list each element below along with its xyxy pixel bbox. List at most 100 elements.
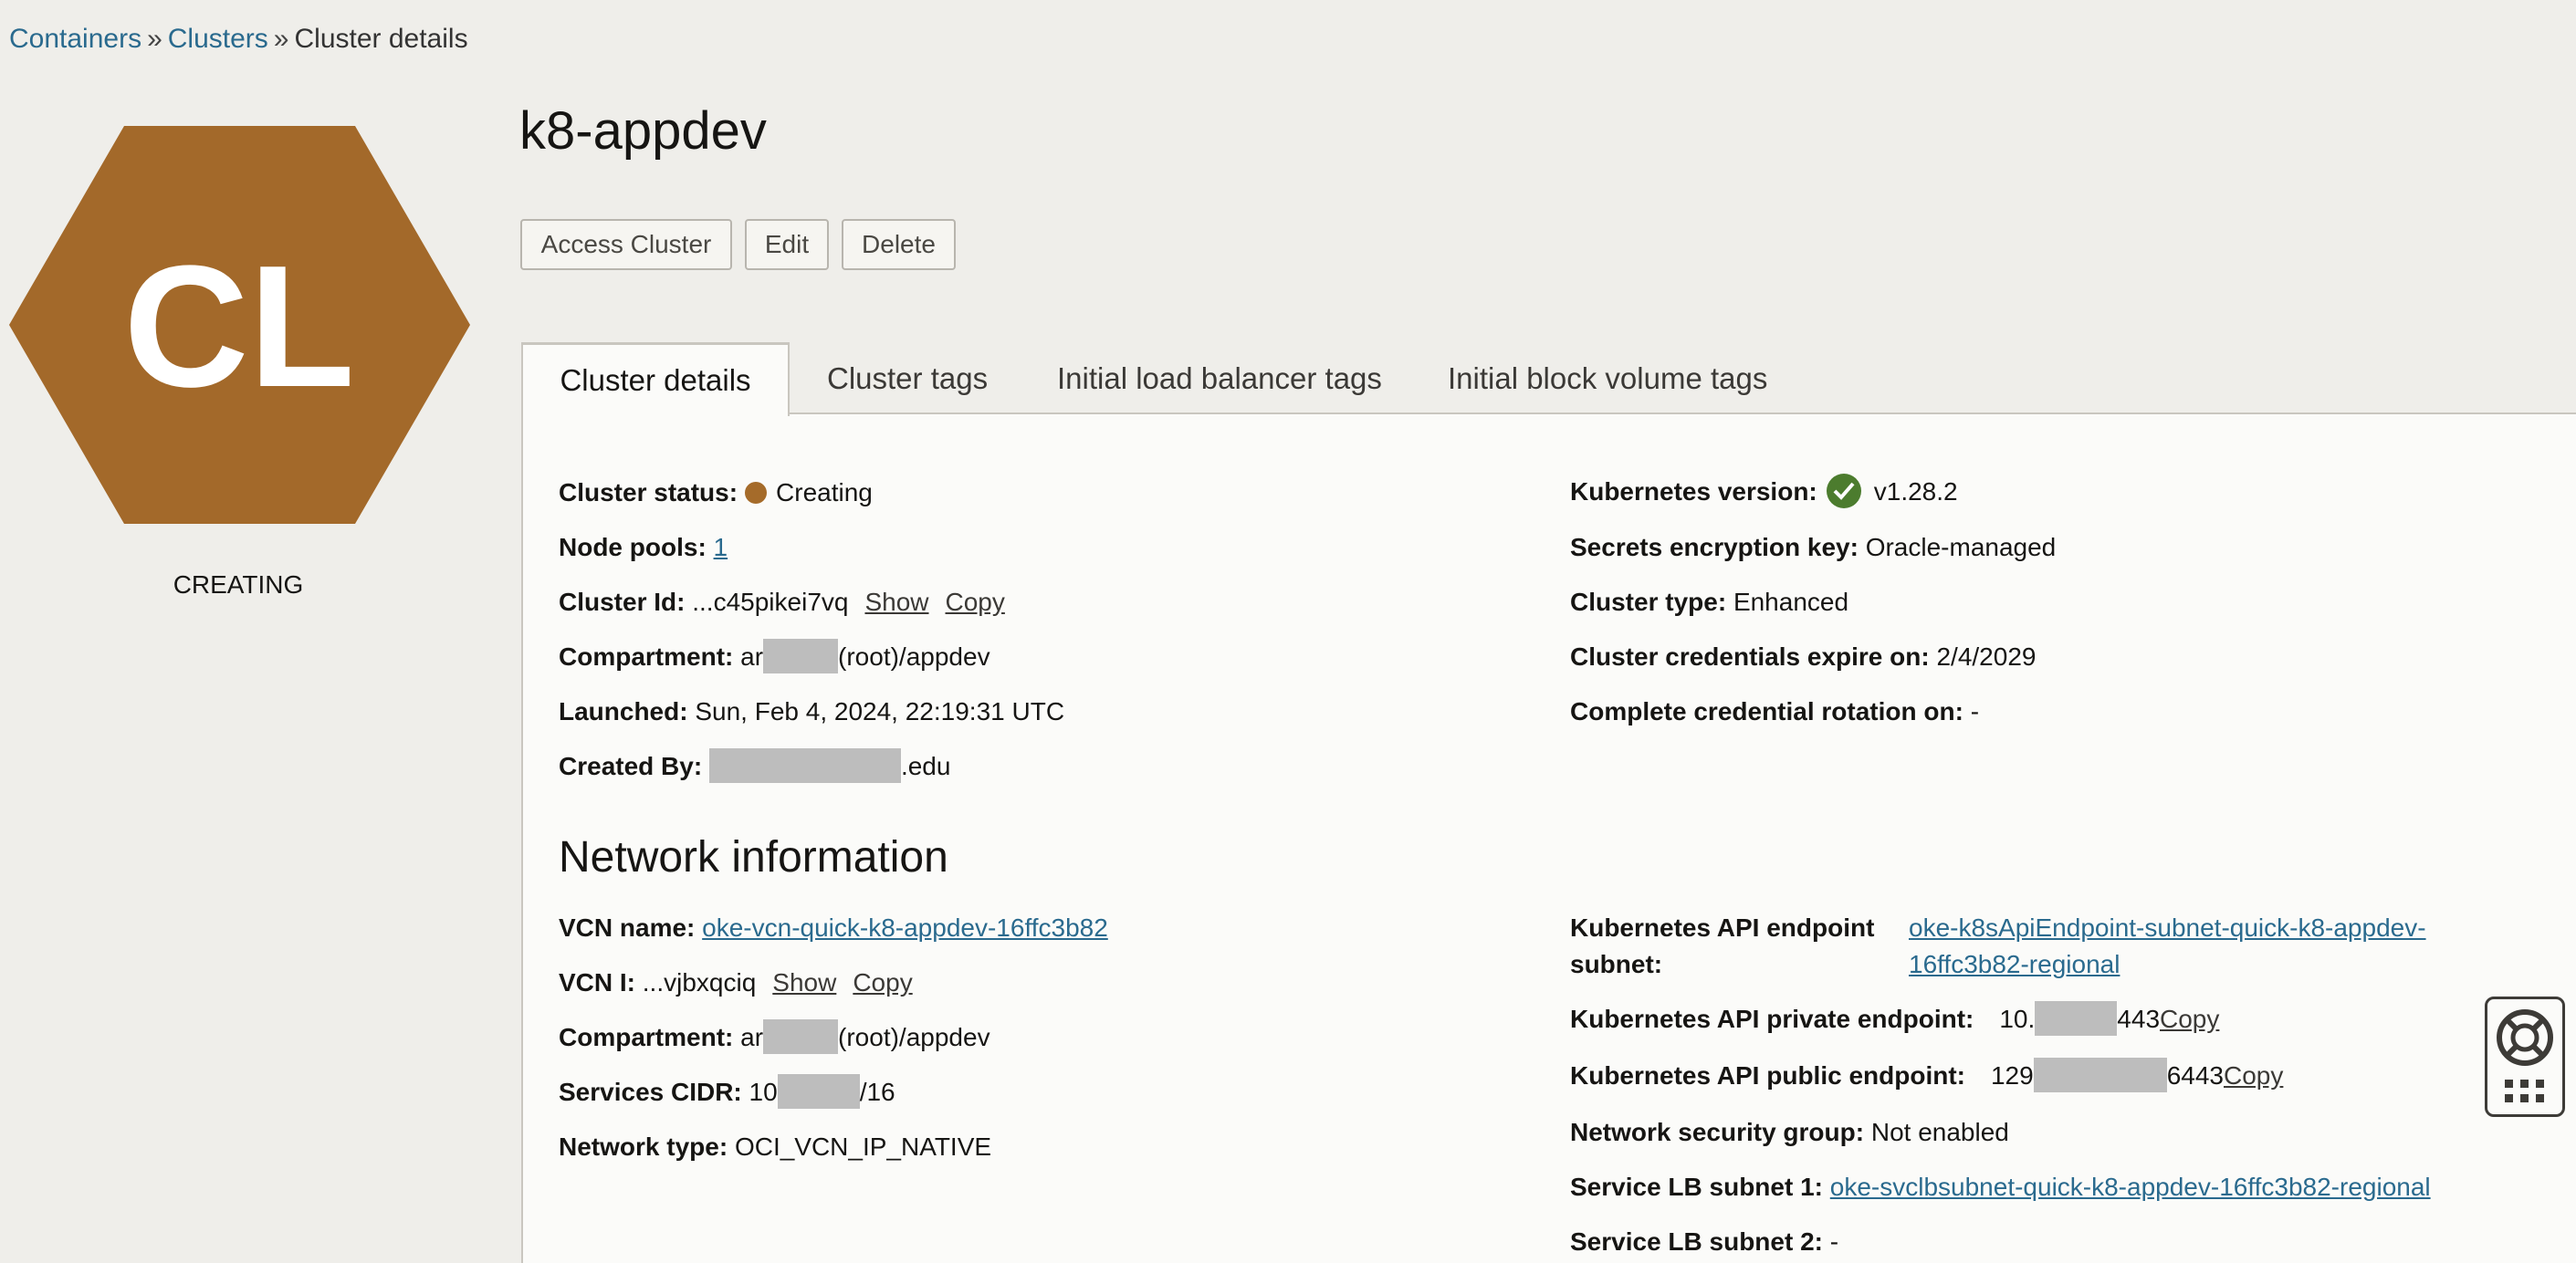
redacted-block: [777, 1073, 860, 1109]
network-compartment-prefix: ar: [740, 1023, 764, 1051]
services-cidr-row: Services CIDR: 10/16: [559, 1073, 895, 1109]
service-lb-subnet-2-row: Service LB subnet 2: -: [1570, 1226, 1838, 1258]
redacted-block: [2035, 1000, 2118, 1036]
api-endpoint-subnet-label: Kubernetes API endpoint: [1570, 913, 1875, 942]
api-endpoint-subnet-link-cont[interactable]: 16ffc3b82-regional: [1909, 950, 2120, 978]
launched-row: Launched: Sun, Feb 4, 2024, 22:19:31 UTC: [559, 696, 1064, 727]
created-by-row: Created By: .edu: [559, 747, 951, 783]
public-endpoint-copy-link[interactable]: Copy: [2224, 1061, 2283, 1090]
node-pools-link[interactable]: 1: [714, 533, 728, 561]
private-endpoint-prefix: 10.: [1999, 1005, 2036, 1033]
network-security-group-label: Network security group:: [1570, 1118, 1865, 1146]
created-by-suffix: .edu: [900, 752, 951, 780]
service-lb-subnet-2-label: Service LB subnet 2:: [1570, 1227, 1823, 1256]
compartment-prefix: ar: [740, 642, 764, 671]
secrets-key-row: Secrets encryption key: Oracle-managed: [1570, 532, 2056, 563]
vcn-id-label: VCN I:: [559, 968, 635, 997]
breadcrumb-containers[interactable]: Containers: [9, 24, 141, 54]
api-endpoint-subnet-link[interactable]: oke-k8sApiEndpoint-subnet-quick-k8-appde…: [1909, 913, 2426, 942]
cluster-type-row: Cluster type: Enhanced: [1570, 587, 1848, 618]
launched-value: Sun, Feb 4, 2024, 22:19:31 UTC: [695, 697, 1065, 725]
edit-button[interactable]: Edit: [745, 219, 829, 270]
secrets-key-value: Oracle-managed: [1865, 533, 2057, 561]
vcn-id-value: ...vjbxqciq: [642, 968, 757, 997]
kubernetes-version-row: Kubernetes version: v1.28.2: [1570, 473, 1958, 508]
tab-cluster-details[interactable]: Cluster details: [521, 342, 790, 416]
node-pools-row: Node pools: 1: [559, 532, 728, 563]
status-dot-icon: [745, 481, 768, 504]
lifebuoy-icon[interactable]: [2497, 1009, 2553, 1066]
tab-cluster-tags[interactable]: Cluster tags: [827, 342, 988, 414]
help-widget-graphics: [2497, 1009, 2553, 1102]
cluster-status-value: Creating: [776, 478, 873, 506]
cluster-id-row: Cluster Id: ...c45pikei7vq Show Copy: [559, 587, 1005, 618]
private-endpoint-suffix: 443: [2117, 1005, 2161, 1033]
vcn-name-label: VCN name:: [559, 913, 696, 942]
network-compartment-label: Compartment:: [559, 1023, 734, 1051]
cluster-id-show-link[interactable]: Show: [864, 588, 928, 616]
redacted-block: [763, 638, 839, 673]
tab-initial-load-balancer-tags[interactable]: Initial load balancer tags: [1057, 342, 1382, 414]
cluster-type-label: Cluster type:: [1570, 588, 1727, 616]
credentials-expire-label: Cluster credentials expire on:: [1570, 642, 1930, 671]
badge-status-caption: CREATING: [173, 570, 304, 599]
redacted-block: [708, 747, 901, 783]
grid-icon[interactable]: [2505, 1080, 2544, 1102]
kubernetes-version-value: v1.28.2: [1873, 477, 1958, 506]
compartment-label: Compartment:: [559, 642, 734, 671]
cluster-id-value: ...c45pikei7vq: [692, 588, 849, 616]
kubernetes-version-label: Kubernetes version:: [1570, 477, 1817, 506]
access-cluster-button[interactable]: Access Cluster: [520, 219, 732, 270]
cluster-id-label: Cluster Id:: [559, 588, 686, 616]
vcn-name-row: VCN name: oke-vcn-quick-k8-appdev-16ffc3…: [559, 913, 1108, 944]
redacted-block: [763, 1018, 839, 1054]
credential-rotation-label: Complete credential rotation on:: [1570, 697, 1963, 725]
cluster-hexagon-badge: CL: [9, 126, 470, 524]
network-compartment-suffix: (root)/appdev: [838, 1023, 990, 1051]
tab-initial-block-volume-tags[interactable]: Initial block volume tags: [1448, 342, 1767, 414]
private-endpoint-row: Kubernetes API private endpoint: 10. 443Co…: [1570, 1000, 2219, 1036]
services-cidr-label: Services CIDR:: [559, 1078, 742, 1106]
network-type-row: Network type: OCI_VCN_IP_NATIVE: [559, 1132, 991, 1163]
vcn-name-link[interactable]: oke-vcn-quick-k8-appdev-16ffc3b82: [702, 913, 1108, 942]
cluster-status-label: Cluster status:: [559, 478, 738, 506]
credential-rotation-row: Complete credential rotation on: -: [1570, 696, 1979, 727]
launched-label: Launched:: [559, 697, 688, 725]
breadcrumb-clusters[interactable]: Clusters: [168, 24, 268, 54]
breadcrumb-separator: »: [147, 24, 162, 54]
private-endpoint-label: Kubernetes API private endpoint:: [1570, 1005, 1974, 1033]
page-title: k8-appdev: [519, 101, 767, 161]
delete-button[interactable]: Delete: [842, 219, 956, 270]
network-compartment-row: Compartment: ar (root)/appdev: [559, 1018, 990, 1054]
compartment-suffix: (root)/appdev: [838, 642, 990, 671]
api-endpoint-subnet-link-line2: 16ffc3b82-regional: [1909, 949, 2120, 980]
service-lb-subnet-1-row: Service LB subnet 1: oke-svclbsubnet-qui…: [1570, 1172, 2431, 1203]
redacted-block: [2033, 1057, 2167, 1092]
credentials-expire-value: 2/4/2029: [1936, 642, 2037, 671]
api-endpoint-subnet-label-line1: Kubernetes API endpoint: [1570, 913, 1874, 944]
services-cidr-suffix: /16: [859, 1078, 895, 1106]
node-pools-label: Node pools:: [559, 533, 707, 561]
network-type-label: Network type:: [559, 1133, 728, 1161]
service-lb-subnet-2-value: -: [1829, 1227, 1839, 1256]
breadcrumb: Containers» Clusters» Cluster details: [9, 24, 468, 55]
network-security-group-value: Not enabled: [1870, 1118, 2009, 1146]
breadcrumb-current: Cluster details: [294, 24, 468, 54]
api-endpoint-subnet-label-cont: subnet:: [1570, 950, 1663, 978]
breadcrumb-separator: »: [273, 24, 289, 54]
network-info-heading: Network information: [559, 833, 948, 882]
cluster-type-value: Enhanced: [1733, 588, 1849, 616]
service-lb-subnet-1-link[interactable]: oke-svclbsubnet-quick-k8-appdev-16ffc3b8…: [1830, 1173, 2431, 1201]
public-endpoint-prefix: 129: [1990, 1061, 2034, 1090]
private-endpoint-copy-link[interactable]: Copy: [2160, 1005, 2219, 1033]
help-widget[interactable]: [2485, 997, 2565, 1117]
api-endpoint-subnet-label-line2: subnet:: [1570, 949, 1662, 980]
badge-initials: CL: [123, 230, 354, 423]
secrets-key-label: Secrets encryption key:: [1570, 533, 1859, 561]
vcn-id-copy-link[interactable]: Copy: [853, 968, 912, 997]
cluster-id-copy-link[interactable]: Copy: [946, 588, 1005, 616]
service-lb-subnet-1-label: Service LB subnet 1:: [1570, 1173, 1823, 1201]
vcn-id-show-link[interactable]: Show: [772, 968, 836, 997]
public-endpoint-label: Kubernetes API public endpoint:: [1570, 1061, 1965, 1090]
public-endpoint-row: Kubernetes API public endpoint: 129 6443Co…: [1570, 1057, 2283, 1092]
